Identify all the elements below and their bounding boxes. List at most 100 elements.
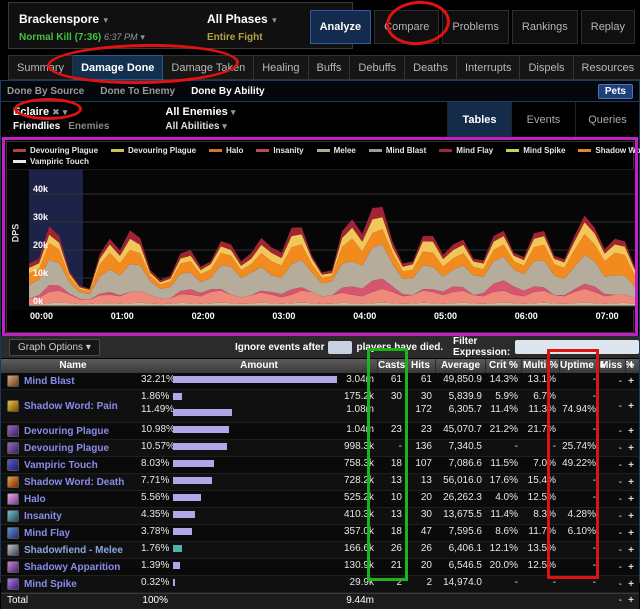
abilities-selector[interactable]: All Abilities ▾ <box>165 121 235 132</box>
filter-expression-input[interactable] <box>515 340 639 354</box>
y-tick-label: 40k <box>33 184 48 194</box>
tab-buffs[interactable]: Buffs <box>309 55 351 80</box>
tab-interrupts[interactable]: Interrupts <box>457 55 520 80</box>
tab-damage-done[interactable]: Damage Done <box>73 55 163 80</box>
subtab-done-to-enemy[interactable]: Done To Enemy <box>100 86 175 97</box>
expand-row-button[interactable]: + <box>625 460 637 471</box>
view-button-queries[interactable]: Queries <box>575 102 639 138</box>
ability-name[interactable]: Mind Flay <box>24 528 70 539</box>
analyze-button[interactable]: Analyze <box>310 10 372 44</box>
ability-name[interactable]: Devouring Plague <box>24 443 109 454</box>
hits-cell: 47 <box>405 525 435 541</box>
miss-cell: - <box>599 401 625 412</box>
ability-name[interactable]: Shadow Word: Death <box>24 477 124 488</box>
dps-chart[interactable]: DPS 0k10k20k30k40k <box>7 170 633 310</box>
legend-item-mind-spike[interactable]: Mind Spike <box>506 146 565 155</box>
ignore-events-threshold-input[interactable] <box>328 341 352 354</box>
legend-item-vampiric-touch[interactable]: Vampiric Touch <box>13 157 89 166</box>
legend-item-insanity[interactable]: Insanity <box>256 146 303 155</box>
tab-summary[interactable]: Summary <box>8 55 73 80</box>
problems-button[interactable]: Problems <box>442 10 508 44</box>
legend-item-halo[interactable]: Halo <box>209 146 243 155</box>
uptime-cell: - <box>559 373 599 389</box>
table-row: Shadowfiend - Melee1.76%166.6k26266,406.… <box>1 542 639 559</box>
column-header-expand[interactable]: + <box>625 359 637 373</box>
tab-debuffs[interactable]: Debuffs <box>350 55 405 80</box>
legend-swatch-icon <box>13 149 26 152</box>
uptime-cell: 6.10% <box>559 525 599 541</box>
table-row: Devouring Plague10.57%998.3k-1367,340.5-… <box>1 440 639 457</box>
crit-cell: 8.6% <box>485 525 521 541</box>
replay-button[interactable]: Replay <box>581 10 635 44</box>
ability-name[interactable]: Mind Blast <box>24 376 75 387</box>
expand-row-button[interactable]: + <box>625 443 637 454</box>
tab-resources[interactable]: Resources <box>574 55 640 80</box>
legend-item-shadow-word-death[interactable]: Shadow Word: Death <box>578 146 640 155</box>
target-selector[interactable]: All Enemies ▾ <box>165 106 235 118</box>
legend-item-mind-flay[interactable]: Mind Flay <box>439 146 493 155</box>
subtab-done-by-ability[interactable]: Done By Ability <box>191 86 265 97</box>
boss-selector[interactable]: Brackenspore ▾ <box>19 10 169 28</box>
uptime-cell: -74.94% <box>559 390 599 422</box>
column-header-hits[interactable]: Hits <box>405 359 435 373</box>
expand-row-button[interactable]: + <box>625 579 637 590</box>
amount-bar <box>173 376 337 383</box>
column-header-casts[interactable]: Casts <box>377 359 405 373</box>
tab-deaths[interactable]: Deaths <box>405 55 457 80</box>
ability-name[interactable]: Shadowy Apparition <box>24 562 120 573</box>
source-selector[interactable]: Eclaire ✖ ▾ <box>13 106 117 118</box>
ability-name[interactable]: Shadow Word: Pain <box>24 401 118 412</box>
chevron-down-icon: ▾ <box>222 121 227 131</box>
tab-damage-taken[interactable]: Damage Taken <box>163 55 254 80</box>
tab-healing[interactable]: Healing <box>254 55 308 80</box>
graph-options-button[interactable]: Graph Options ▾ <box>9 339 100 356</box>
amount-cell: 166.6k <box>339 542 377 558</box>
ability-name[interactable]: Insanity <box>24 511 62 522</box>
expand-row-button[interactable]: + <box>625 426 637 437</box>
hits-cell: 30 <box>405 508 435 524</box>
ability-name[interactable]: Shadowfiend - Melee <box>24 545 123 556</box>
ability-name[interactable]: Mind Spike <box>24 579 77 590</box>
expand-row-button[interactable]: + <box>625 376 637 387</box>
column-header-average[interactable]: Average <box>435 359 485 373</box>
miss-cell: - <box>599 426 625 437</box>
expand-row-button[interactable]: + <box>625 545 637 556</box>
rankings-button[interactable]: Rankings <box>512 10 578 44</box>
phase-selector[interactable]: All Phases ▾ <box>207 10 277 28</box>
expand-row-button[interactable]: + <box>625 494 637 505</box>
source-tab-friendlies[interactable]: Friendlies <box>13 121 60 132</box>
column-header-uptime[interactable]: Uptime % <box>559 359 599 373</box>
legend-swatch-icon <box>256 149 269 152</box>
view-button-events[interactable]: Events <box>511 102 575 138</box>
uptime-cell: 25.74% <box>559 440 599 456</box>
column-header-amount[interactable]: Amount <box>141 359 377 373</box>
legend-item-mind-blast[interactable]: Mind Blast <box>369 146 426 155</box>
expand-row-button[interactable]: + <box>625 594 637 608</box>
column-header-crit[interactable]: Crit % <box>485 359 521 373</box>
legend-item-devouring-plague[interactable]: Devouring Plague <box>111 146 196 155</box>
expand-row-button[interactable]: + <box>625 528 637 539</box>
pets-button[interactable]: Pets <box>598 84 633 99</box>
ability-name[interactable]: Halo <box>24 494 46 505</box>
column-header-name[interactable]: Name <box>5 359 141 373</box>
compare-button[interactable]: Compare <box>374 10 439 44</box>
ability-name[interactable]: Devouring Plague <box>24 426 109 437</box>
tab-dispels[interactable]: Dispels <box>520 55 573 80</box>
legend-item-melee[interactable]: Melee <box>317 146 356 155</box>
view-button-tables[interactable]: Tables <box>447 102 511 138</box>
expand-row-button[interactable]: + <box>625 562 637 573</box>
expand-row-button[interactable]: + <box>625 401 637 412</box>
chevron-down-icon[interactable]: ▾ <box>140 32 145 42</box>
column-header-miss[interactable]: Miss % <box>599 359 625 373</box>
expand-row-button[interactable]: + <box>625 511 637 522</box>
table-total-row: Total100%9.44m-+ <box>1 593 639 609</box>
percent-cell: 1.39% <box>141 559 171 575</box>
table-row: Halo5.56%525.2k102026,262.34.0%12.5%--+ <box>1 491 639 508</box>
column-header-multi[interactable]: Multi % <box>521 359 559 373</box>
legend-item-devouring-plague[interactable]: Devouring Plague <box>13 146 98 155</box>
chevron-down-icon: ▾ <box>104 15 109 25</box>
ability-name[interactable]: Vampiric Touch <box>24 460 98 471</box>
expand-row-button[interactable]: + <box>625 477 637 488</box>
subtab-done-by-source[interactable]: Done By Source <box>7 86 84 97</box>
source-tab-enemies[interactable]: Enemies <box>68 121 109 132</box>
